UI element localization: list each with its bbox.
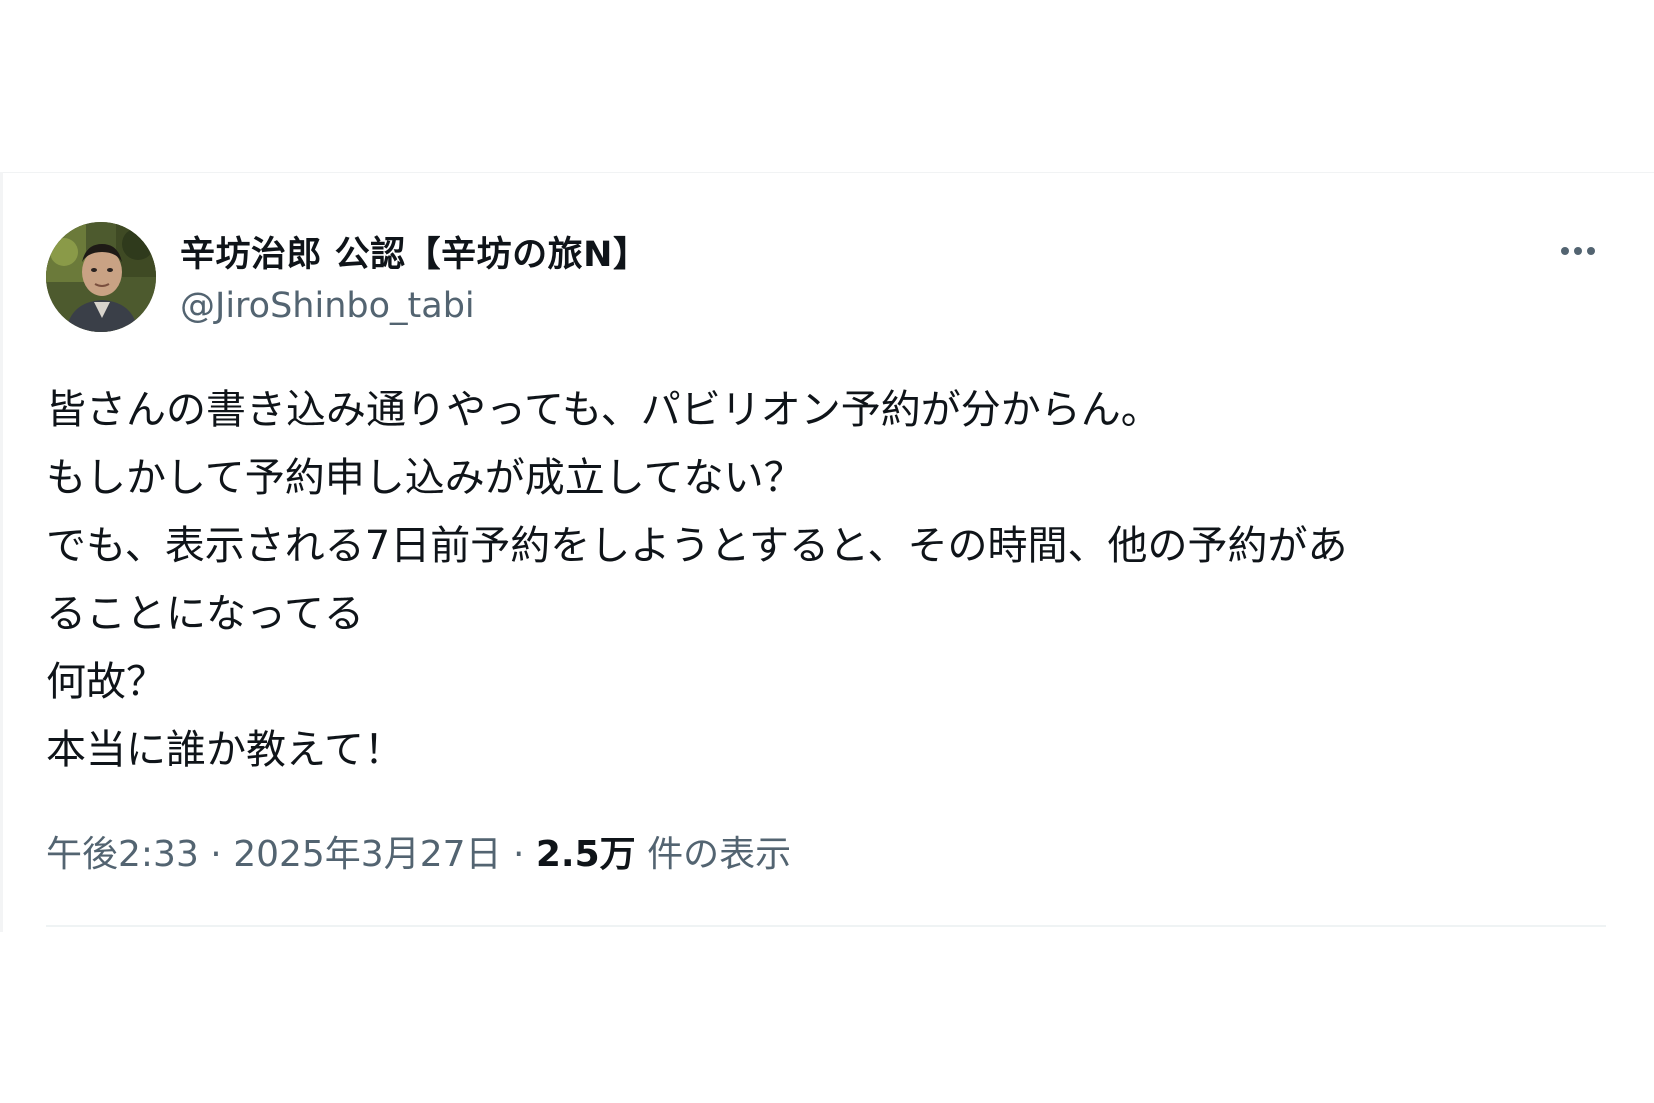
tweet-line: もしかして予約申し込みが成立してない？ — [46, 455, 804, 501]
tweet-text: 皆さんの書き込み通りやっても、パビリオン予約が分からん。 もしかして予約申し込み… — [46, 376, 1616, 784]
user-avatar-photo-icon — [46, 222, 156, 332]
views-label: 件の表示 — [635, 834, 792, 875]
tweet-line: 皆さんの書き込み通りやっても、パビリオン予約が分からん。 — [46, 387, 1161, 433]
tweet-line: ることになってる — [46, 591, 364, 637]
divider — [46, 925, 1606, 927]
tweet-line: 何故？ — [46, 659, 166, 705]
avatar[interactable] — [46, 222, 156, 332]
views-count[interactable]: 2.5万 — [536, 834, 636, 875]
author-display-name[interactable]: 辛坊治郎 公認【辛坊の旅N】 — [180, 226, 648, 277]
tweet-meta: 午後2:33 · 2025年3月27日 · 2.5万 件の表示 — [46, 825, 791, 877]
tweet-line: 本当に誰か教えて！ — [46, 727, 404, 773]
more-dots-icon — [1561, 247, 1595, 255]
tweet-date-link[interactable]: 2025年3月27日 — [233, 834, 501, 875]
more-options-button[interactable] — [1556, 236, 1606, 266]
author-handle[interactable]: @JiroShinbo_tabi — [180, 286, 475, 326]
meta-separator: · — [198, 834, 234, 875]
tweet-time-link[interactable]: 午後2:33 — [46, 834, 199, 875]
card-edge — [0, 172, 3, 932]
meta-separator: · — [501, 834, 536, 875]
tweet-line: でも、表示される7日前予約をしようとすると、その時間、他の予約があ — [46, 523, 1348, 569]
